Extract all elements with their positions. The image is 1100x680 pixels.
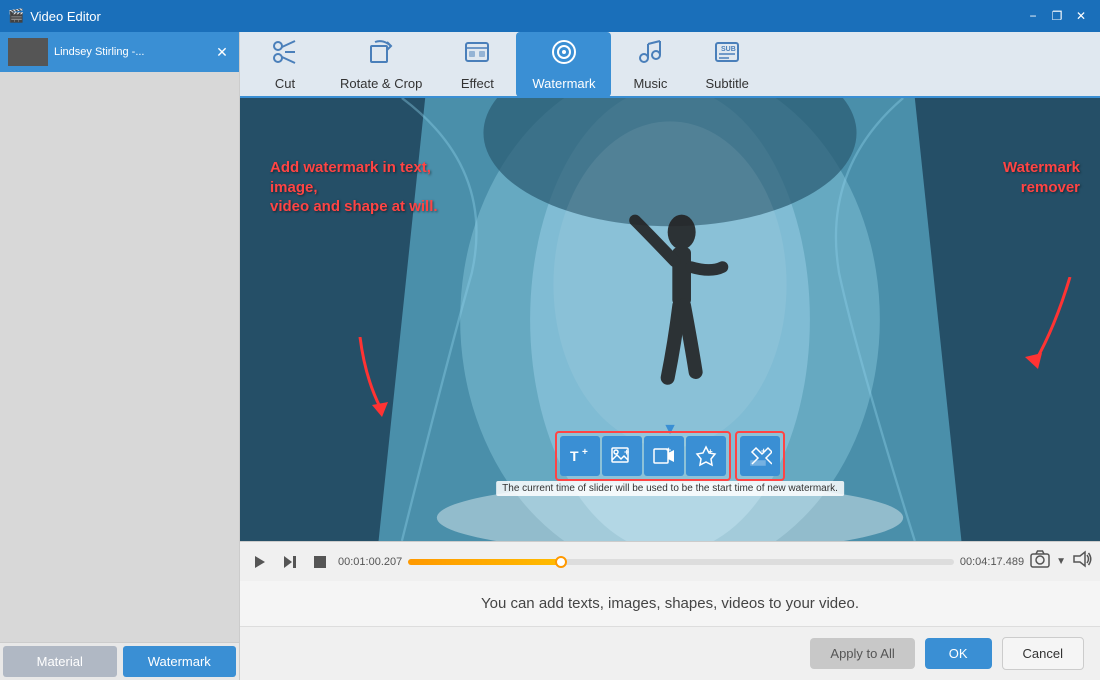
nav-effect-label: Effect: [461, 76, 494, 91]
svg-text:SUB: SUB: [721, 46, 736, 53]
sidebar: Lindsey Stirling -... ✕ Material Waterma…: [0, 32, 240, 680]
add-shape-button[interactable]: +: [686, 436, 726, 476]
player-bar: 00:01:00.207 00:04:17.489 ▼: [240, 541, 1100, 581]
sidebar-content: [0, 72, 239, 642]
video-background: Add watermark in text, image, video and …: [240, 98, 1100, 541]
svg-text:+: +: [708, 447, 713, 456]
nav-watermark[interactable]: Watermark: [516, 32, 611, 97]
nav-music[interactable]: Music: [615, 32, 685, 97]
annotation-right: Watermark remover: [1003, 158, 1080, 382]
timeline-track[interactable]: [408, 559, 954, 565]
svg-text:+: +: [624, 447, 629, 457]
file-thumbnail: [8, 38, 48, 66]
nav-cut-label: Cut: [275, 76, 295, 91]
step-forward-button[interactable]: [278, 550, 302, 574]
nav-rotate-label: Rotate & Crop: [340, 76, 422, 91]
sidebar-tab-material[interactable]: Material: [3, 646, 117, 677]
top-nav: Cut Rotate & Crop: [240, 32, 1100, 98]
nav-watermark-label: Watermark: [532, 76, 595, 91]
watermark-icon: [550, 38, 578, 72]
svg-text:+: +: [761, 446, 766, 456]
wm-remover-group: +: [735, 431, 785, 481]
app-title: Video Editor: [30, 9, 101, 24]
arrow-right: [993, 277, 1080, 382]
svg-text:T: T: [570, 448, 579, 464]
wm-button-group: T + +: [555, 431, 731, 481]
timeline-thumb: [555, 556, 567, 568]
close-button[interactable]: ✕: [1070, 5, 1092, 27]
apply-to-all-button[interactable]: Apply to All: [810, 638, 914, 669]
instructions: You can add texts, images, shapes, video…: [240, 581, 1100, 626]
file-name: Lindsey Stirling -...: [54, 46, 207, 58]
time-total: 00:04:17.489: [960, 556, 1024, 568]
nav-rotate-crop[interactable]: Rotate & Crop: [324, 32, 438, 97]
restore-button[interactable]: ❐: [1046, 5, 1068, 27]
minimize-button[interactable]: −: [1022, 5, 1044, 27]
screenshot-button[interactable]: [1030, 550, 1050, 573]
stop-button[interactable]: [308, 550, 332, 574]
watermark-toolbar: T + +: [555, 431, 785, 481]
app-icon: 🎬: [8, 8, 24, 24]
nav-music-label: Music: [633, 76, 667, 91]
annotation-left: Add watermark in text, image, video and …: [270, 158, 470, 422]
add-image-button[interactable]: +: [602, 436, 642, 476]
sidebar-file: Lindsey Stirling -... ✕: [0, 32, 239, 72]
cut-icon: [271, 38, 299, 72]
instructions-text: You can add texts, images, shapes, video…: [481, 595, 859, 612]
title-bar-left: 🎬 Video Editor: [8, 8, 101, 24]
annotation-text-left: Add watermark in text, image, video and …: [270, 158, 470, 217]
title-bar: 🎬 Video Editor − ❐ ✕: [0, 0, 1100, 32]
video-container: Add watermark in text, image, video and …: [240, 98, 1100, 541]
nav-subtitle[interactable]: SUB Subtitle: [689, 32, 764, 97]
volume-button[interactable]: [1072, 550, 1092, 573]
nav-effect[interactable]: Effect: [442, 32, 512, 97]
sidebar-tabs: Material Watermark: [0, 642, 239, 680]
cancel-button[interactable]: Cancel: [1002, 637, 1084, 670]
watermark-remover-button[interactable]: +: [740, 436, 780, 476]
nav-cut[interactable]: Cut: [250, 32, 320, 97]
main-layout: Lindsey Stirling -... ✕ Material Waterma…: [0, 32, 1100, 680]
timeline-info: The current time of slider will be used …: [496, 481, 844, 496]
annotation-text-right: Watermark remover: [1003, 158, 1080, 197]
ok-button[interactable]: OK: [925, 638, 992, 669]
timeline-fill: [408, 559, 561, 565]
play-button[interactable]: [248, 550, 272, 574]
svg-text:+: +: [582, 447, 588, 458]
time-current: 00:01:00.207: [338, 556, 402, 568]
arrow-left: [350, 337, 470, 422]
subtitle-icon: SUB: [713, 38, 741, 72]
add-text-button[interactable]: T +: [560, 436, 600, 476]
nav-subtitle-label: Subtitle: [705, 76, 748, 91]
rotate-icon: [367, 38, 395, 72]
title-bar-controls: − ❐ ✕: [1022, 5, 1092, 27]
camera-dropdown[interactable]: ▼: [1056, 556, 1066, 567]
file-close-button[interactable]: ✕: [213, 43, 231, 61]
music-icon: [636, 38, 664, 72]
action-bar: Apply to All OK Cancel: [240, 626, 1100, 680]
add-video-button[interactable]: +: [644, 436, 684, 476]
sidebar-tab-watermark[interactable]: Watermark: [123, 646, 237, 677]
effect-icon: [463, 38, 491, 72]
content-area: Cut Rotate & Crop: [240, 32, 1100, 680]
svg-text:+: +: [666, 445, 671, 455]
